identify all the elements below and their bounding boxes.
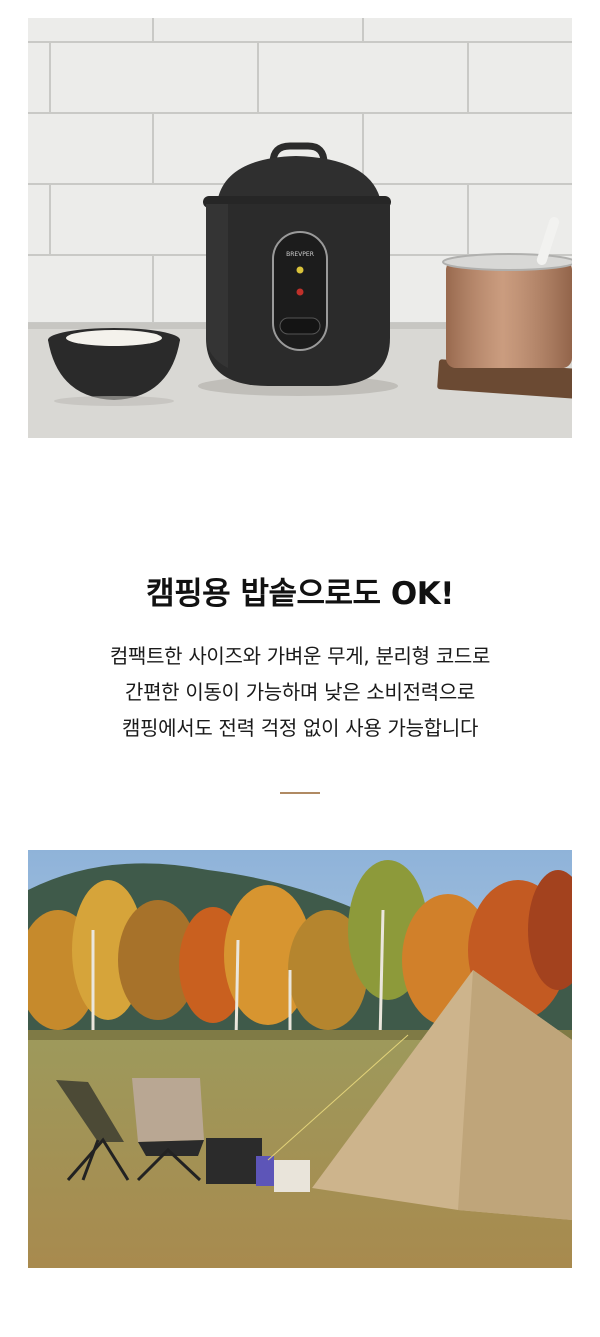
description-line: 컴팩트한 사이즈와 가벼운 무게, 분리형 코드로 bbox=[109, 644, 491, 668]
divider bbox=[280, 792, 320, 794]
brand-logo: BREVPER bbox=[286, 251, 314, 258]
description-line: 캠핑에서도 전력 걱정 없이 사용 가능합니다 bbox=[121, 716, 479, 740]
rice-cooker-photo: BREVPER bbox=[28, 18, 572, 438]
description-line: 간편한 이동이 가능하며 낮은 소비전력으로 bbox=[124, 680, 476, 704]
section-description: 컴팩트한 사이즈와 가벼운 무게, 분리형 코드로 간편한 이동이 가능하며 낮… bbox=[0, 638, 600, 746]
section-title: 캠핑용 밥솥으로도 OK! bbox=[146, 576, 454, 612]
camping-photo bbox=[28, 850, 572, 1268]
